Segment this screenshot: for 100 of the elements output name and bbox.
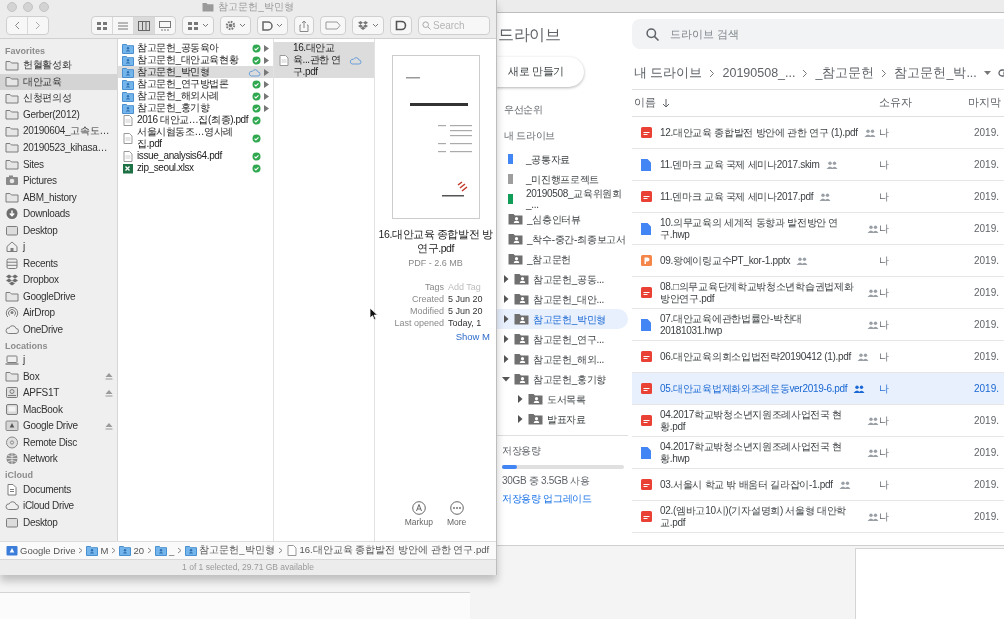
file-item[interactable]: 참고문헌_공동육아 xyxy=(118,42,273,54)
info-label: Created xyxy=(410,294,444,304)
breadcrumb-item[interactable]: 20190508_... xyxy=(722,66,796,80)
group-button[interactable] xyxy=(182,16,214,35)
file-row[interactable]: 11.덴마크 교육 국제 세미나2017.skim 나 2019. xyxy=(632,149,1004,181)
file-item[interactable]: 16.대안교육...관한 연구.pdf xyxy=(274,42,374,78)
path-item[interactable]: 16.대안교육 종합발전 방안에 관한 연구.pdf xyxy=(285,544,490,557)
sidebar-item[interactable]: 대안교육 xyxy=(0,73,117,90)
sidebar-item[interactable]: Box xyxy=(0,368,117,385)
desktop-icon xyxy=(5,515,19,529)
sidebar-item[interactable]: Documents xyxy=(0,481,117,498)
folder-tree-item[interactable]: 발표자료 xyxy=(496,409,628,429)
column-header[interactable]: 이름 xyxy=(634,96,656,110)
sidebar-item[interactable]: APFS1T xyxy=(0,384,117,401)
search-field[interactable]: Search xyxy=(418,16,490,35)
sidebar-item[interactable]: 헌혈활성화 xyxy=(0,57,117,74)
sidebar-item[interactable]: ABM_history xyxy=(0,189,117,206)
sidebar-item[interactable]: Dropbox xyxy=(0,271,117,288)
file-item[interactable]: 참고문헌_대안교육현황 xyxy=(118,54,273,66)
sidebar-item[interactable]: Sites xyxy=(0,156,117,173)
info-label: Last opened xyxy=(393,318,444,328)
search-field[interactable]: 드라이브 검색 xyxy=(632,19,1004,49)
file-row[interactable]: 10.의무교육의 세계적 동향과 발전방안 연구.hwp 나 2019. xyxy=(632,213,1004,245)
file-item[interactable]: 2016 대안교…집(최종).pdf xyxy=(118,114,273,126)
sidebar-item[interactable]: Remote Disc xyxy=(0,434,117,451)
folder-tree-item[interactable]: _미진행프로젝트 xyxy=(496,169,628,189)
breadcrumb-item[interactable]: 내 드라이브 xyxy=(634,64,703,82)
file-row[interactable]: 12.대안교육 종합발전 방안에 관한 연구 (1).pdf 나 2019. xyxy=(632,117,1004,149)
folder-tree-item[interactable]: 참고문헌_공동... xyxy=(496,269,628,289)
folder-tree-item[interactable]: _참고문헌 xyxy=(496,249,628,269)
file-row[interactable]: 04.2017학교밖청소년지원조례사업전국 현황.hwp 나 2019. xyxy=(632,437,1004,469)
sidebar-item[interactable]: Desktop xyxy=(0,514,117,531)
sidebar-item[interactable]: iCloud Drive xyxy=(0,497,117,514)
shared-people-icon xyxy=(867,512,879,521)
nav-item[interactable]: 우선순위 xyxy=(496,97,632,123)
path-item[interactable]: 참고문헌_박민형 xyxy=(185,544,275,557)
file-item[interactable]: 참고문헌_해외사례 xyxy=(118,90,273,102)
app-button[interactable] xyxy=(390,16,412,35)
sidebar-item[interactable]: AirDrop xyxy=(0,304,117,321)
sidebar-item[interactable]: j xyxy=(0,238,117,255)
sidebar-item[interactable]: Google Drive xyxy=(0,417,117,434)
file-row[interactable]: 08.□의무교육단계학교밖청소년학습권법제화방안연구.pdf 나 2019. xyxy=(632,277,1004,309)
sidebar-item[interactable]: 20190523_kihasa… xyxy=(0,139,117,156)
file-item[interactable]: zip_seoul.xlsx xyxy=(118,162,273,174)
dropbox-button[interactable] xyxy=(352,16,384,35)
folder-tree-item[interactable]: 참고문헌_대안... xyxy=(496,289,628,309)
sidebar-item[interactable]: Desktop xyxy=(0,222,117,239)
document-icon xyxy=(122,114,134,126)
file-row[interactable]: 02.(엠바고10시)(기자설명회) 서울형 대안학교.pdf 나 2019. xyxy=(632,501,1004,533)
path-item[interactable]: Google Drive xyxy=(6,545,76,556)
path-item[interactable]: M xyxy=(86,545,109,556)
file-row[interactable]: 03.서울시 학교 밖 배움터 길라잡이-1.pdf 나 2019. xyxy=(632,469,1004,501)
markup-button[interactable]: Markup xyxy=(404,501,433,527)
share-button[interactable] xyxy=(294,16,314,35)
sidebar-item[interactable]: Pictures xyxy=(0,172,117,189)
folder-tree-item[interactable]: _심층인터뷰 xyxy=(496,209,628,229)
sidebar-item[interactable]: GoogleDrive xyxy=(0,288,117,305)
column-view-button[interactable] xyxy=(134,17,155,34)
sidebar-item[interactable]: 신청편의성 xyxy=(0,90,117,107)
chevron-icon xyxy=(802,68,809,78)
file-item[interactable]: 참고문헌_연구방법론 xyxy=(118,78,273,90)
upgrade-link[interactable]: 저장용량 업그레이드 xyxy=(496,492,632,506)
more-button[interactable]: More xyxy=(447,501,467,527)
show-more-link[interactable]: Show M xyxy=(455,331,496,342)
sidebar-item[interactable]: MacBook xyxy=(0,401,117,418)
sidebar-item[interactable]: OneDrive xyxy=(0,321,117,338)
sidebar-item[interactable]: Recents xyxy=(0,255,117,272)
folder-tree-item[interactable]: _착수-중간-최종보고서 xyxy=(496,229,628,249)
sidebar-item[interactable]: Downloads xyxy=(0,205,117,222)
folder-tree-item[interactable]: 도서목록 xyxy=(496,389,628,409)
file-row[interactable]: 07.대안교육에관한법률안-박찬대20181031.hwp 나 2019. xyxy=(632,309,1004,341)
file-row[interactable]: 11.덴마크 교육 국제 세미나2017.pdf 나 2019. xyxy=(632,181,1004,213)
file-item[interactable]: 참고문헌_홍기향 xyxy=(118,102,273,114)
breadcrumb-item[interactable]: 참고문헌_박... xyxy=(894,64,977,82)
folder-tree-item[interactable]: 참고문헌_해외... xyxy=(496,349,628,369)
folder-tree-item[interactable]: 참고문헌_연구... xyxy=(496,329,628,349)
breadcrumb-item[interactable]: _참고문헌 xyxy=(815,64,875,82)
file-row[interactable]: 09.왕예이링교수PT_kor-1.pptx 나 2019. xyxy=(632,245,1004,277)
folder-tree-item[interactable]: _공통자료 xyxy=(496,149,628,169)
file-row[interactable]: 04.2017학교밖청소년지원조례사업전국 현황.pdf 나 2019. xyxy=(632,405,1004,437)
search-icon xyxy=(646,28,659,41)
action-button[interactable] xyxy=(220,16,251,35)
sidebar-item[interactable]: 20190604_고속도… xyxy=(0,123,117,140)
path-item[interactable]: 20 xyxy=(119,545,144,556)
sidebar-item[interactable]: Network xyxy=(0,450,117,467)
file-item[interactable]: 참고문헌_박민형 xyxy=(118,66,273,78)
sidebar-item[interactable]: j xyxy=(0,351,117,368)
file-item[interactable]: issue_analysis64.pdf xyxy=(118,150,273,162)
folder-tree-item[interactable]: 참고문헌_홍기향 xyxy=(496,369,628,389)
sidebar-item[interactable]: Gerber(2012) xyxy=(0,106,117,123)
column-header[interactable]: 소유자 xyxy=(879,96,968,110)
folder-tree-item[interactable]: 20190508_교육위원회_... xyxy=(496,189,628,209)
new-button[interactable]: 새로 만들기 xyxy=(496,57,585,87)
folder-tree-item[interactable]: 참고문헌_박민형 xyxy=(496,309,628,329)
dropdown-button[interactable] xyxy=(257,16,288,35)
nav-item[interactable]: 내 드라이브 xyxy=(496,123,632,149)
file-row[interactable]: 05.대안교육법제화와조례운동ver2019-6.pdf 나 2019. xyxy=(632,373,1004,405)
column-header[interactable]: 마지막 xyxy=(968,96,1004,110)
drive-icon xyxy=(5,419,19,433)
path-item[interactable]: _ xyxy=(154,545,175,556)
